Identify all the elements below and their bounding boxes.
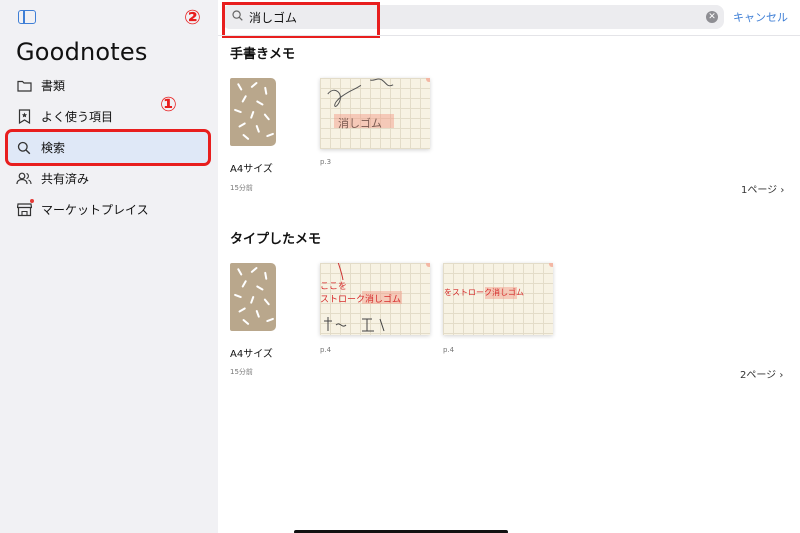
search-result-page[interactable]: 消しゴム <box>320 78 430 149</box>
pages-count-link[interactable]: 1ページ › <box>741 181 784 196</box>
section-title-typed: タイプしたメモ <box>230 232 322 247</box>
page-corner-marker <box>426 263 430 267</box>
sidebar-item-documents[interactable]: 書類 <box>0 70 218 101</box>
match-snippet: 消しゴム <box>338 117 382 130</box>
clear-search-icon[interactable]: ✕ <box>706 11 718 23</box>
search-result-page[interactable]: をストローク消しゴム <box>443 263 553 335</box>
sidebar-toggle-icon[interactable] <box>18 10 36 24</box>
app-title: Goodnotes <box>16 38 148 66</box>
page-corner-marker <box>549 263 553 267</box>
handwriting-scribble <box>324 78 418 115</box>
sidebar-item-label: マーケットプレイス <box>41 203 149 217</box>
notification-dot <box>30 198 34 203</box>
pages-count-link[interactable]: 2ページ › <box>740 366 783 381</box>
document-time: 15分前 <box>230 184 253 192</box>
callout-one: ① <box>160 92 177 116</box>
sidebar-nav: 書類 よく使う項目 検索 共有済み マーケットプレイス <box>0 70 218 225</box>
pages-count-label: 2ページ <box>740 370 777 381</box>
chevron-right-icon: › <box>779 370 784 381</box>
sidebar-item-shared[interactable]: 共有済み <box>0 163 218 194</box>
chevron-right-icon: › <box>780 185 785 196</box>
callout-two: ② <box>184 5 201 29</box>
document-time: 15分前 <box>230 368 253 376</box>
document-name: A4サイズ <box>230 164 273 175</box>
page-corner-marker <box>426 78 430 82</box>
sidebar-item-marketplace[interactable]: マーケットプレイス <box>0 194 218 225</box>
notebook-cover[interactable] <box>230 263 276 331</box>
bookmark-star-icon <box>16 109 32 125</box>
notebook-cover[interactable] <box>230 78 276 146</box>
match-snippet-line: ここを <box>320 282 348 292</box>
cancel-button[interactable]: キャンセル <box>733 9 788 25</box>
page-number: p.4 <box>320 346 332 354</box>
people-icon <box>16 171 32 187</box>
sidebar-item-label: 検索 <box>41 141 66 155</box>
folder-icon <box>16 78 32 94</box>
search-icon <box>16 140 32 156</box>
search-highlight-box <box>222 2 380 38</box>
divider <box>218 35 800 36</box>
sidebar-item-search[interactable]: 検索 <box>5 129 211 166</box>
sidebar-item-label: 共有済み <box>41 172 90 186</box>
sidebar-item-label: よく使う項目 <box>41 110 114 124</box>
sidebar-item-favorites[interactable]: よく使う項目 <box>0 101 218 132</box>
page-number: p.3 <box>320 158 332 166</box>
store-icon <box>16 198 34 218</box>
search-result-page[interactable]: ここを ストローク消しゴム <box>320 263 430 335</box>
sidebar: Goodnotes 書類 よく使う項目 検索 共有済み マーケットプレイス <box>0 0 218 533</box>
pages-count-label: 1ページ <box>741 185 778 196</box>
sidebar-item-label: 書類 <box>41 79 66 93</box>
handwriting-scribble <box>322 315 392 335</box>
document-name: A4サイズ <box>230 349 273 360</box>
match-snippet-line: ストローク消しゴム <box>320 295 402 305</box>
section-title-handwritten: 手書きメモ <box>230 47 296 62</box>
page-number: p.4 <box>443 346 455 354</box>
match-snippet: をストローク消しゴム <box>444 288 524 297</box>
